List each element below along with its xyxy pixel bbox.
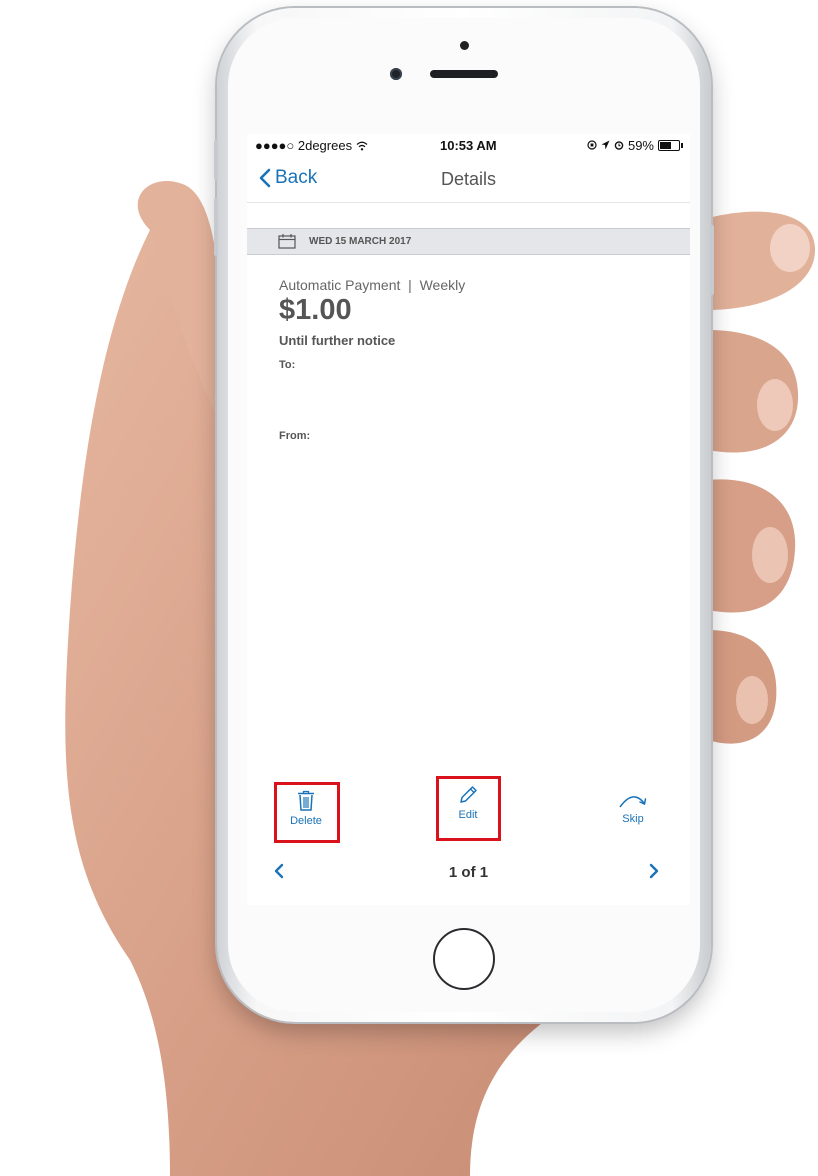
- pagination: 1 of 1: [247, 862, 690, 886]
- wifi-icon: [356, 138, 368, 153]
- rotation-lock-icon: [587, 138, 597, 153]
- app-screen: ●●●●○ 2degrees 10:53 AM 59% Back Details…: [247, 134, 690, 905]
- payment-until: Until further notice: [279, 333, 396, 348]
- power-button: [710, 225, 714, 295]
- home-button[interactable]: [433, 928, 495, 990]
- status-right: 59%: [587, 138, 683, 153]
- skip-label: Skip: [622, 813, 644, 825]
- payment-type: Automatic Payment | Weekly: [279, 277, 466, 293]
- front-camera: [390, 68, 402, 80]
- skip-button[interactable]: Skip: [602, 784, 664, 844]
- to-label: To:: [279, 359, 296, 371]
- date-header: WED 15 MARCH 2017: [247, 228, 690, 255]
- volume-button: [214, 198, 218, 256]
- calendar-icon: [278, 233, 296, 254]
- edit-highlight-box: [436, 776, 501, 841]
- alarm-icon: [614, 138, 624, 153]
- from-label: From:: [279, 430, 311, 442]
- earpiece-speaker: [430, 70, 498, 78]
- next-page-button[interactable]: [648, 862, 660, 885]
- status-time: 10:53 AM: [440, 138, 497, 153]
- skip-arrow-icon: [619, 796, 647, 808]
- chevron-right-icon: [649, 863, 659, 879]
- carrier-label: ●●●●○ 2degrees: [255, 138, 368, 153]
- payment-amount: $1.00: [279, 294, 352, 326]
- delete-highlight-box: [274, 782, 340, 843]
- proximity-sensor: [460, 41, 469, 50]
- battery-percent: 59%: [627, 138, 654, 153]
- location-icon: [601, 138, 610, 153]
- volume-button: [214, 140, 218, 180]
- navigation-bar: Back Details: [247, 158, 690, 203]
- battery-icon: [658, 140, 683, 151]
- page-title: Details: [440, 169, 497, 189]
- page-indicator: 1 of 1: [448, 864, 489, 881]
- date-label: WED 15 MARCH 2017: [309, 236, 412, 247]
- status-bar: ●●●●○ 2degrees 10:53 AM 59%: [247, 134, 690, 158]
